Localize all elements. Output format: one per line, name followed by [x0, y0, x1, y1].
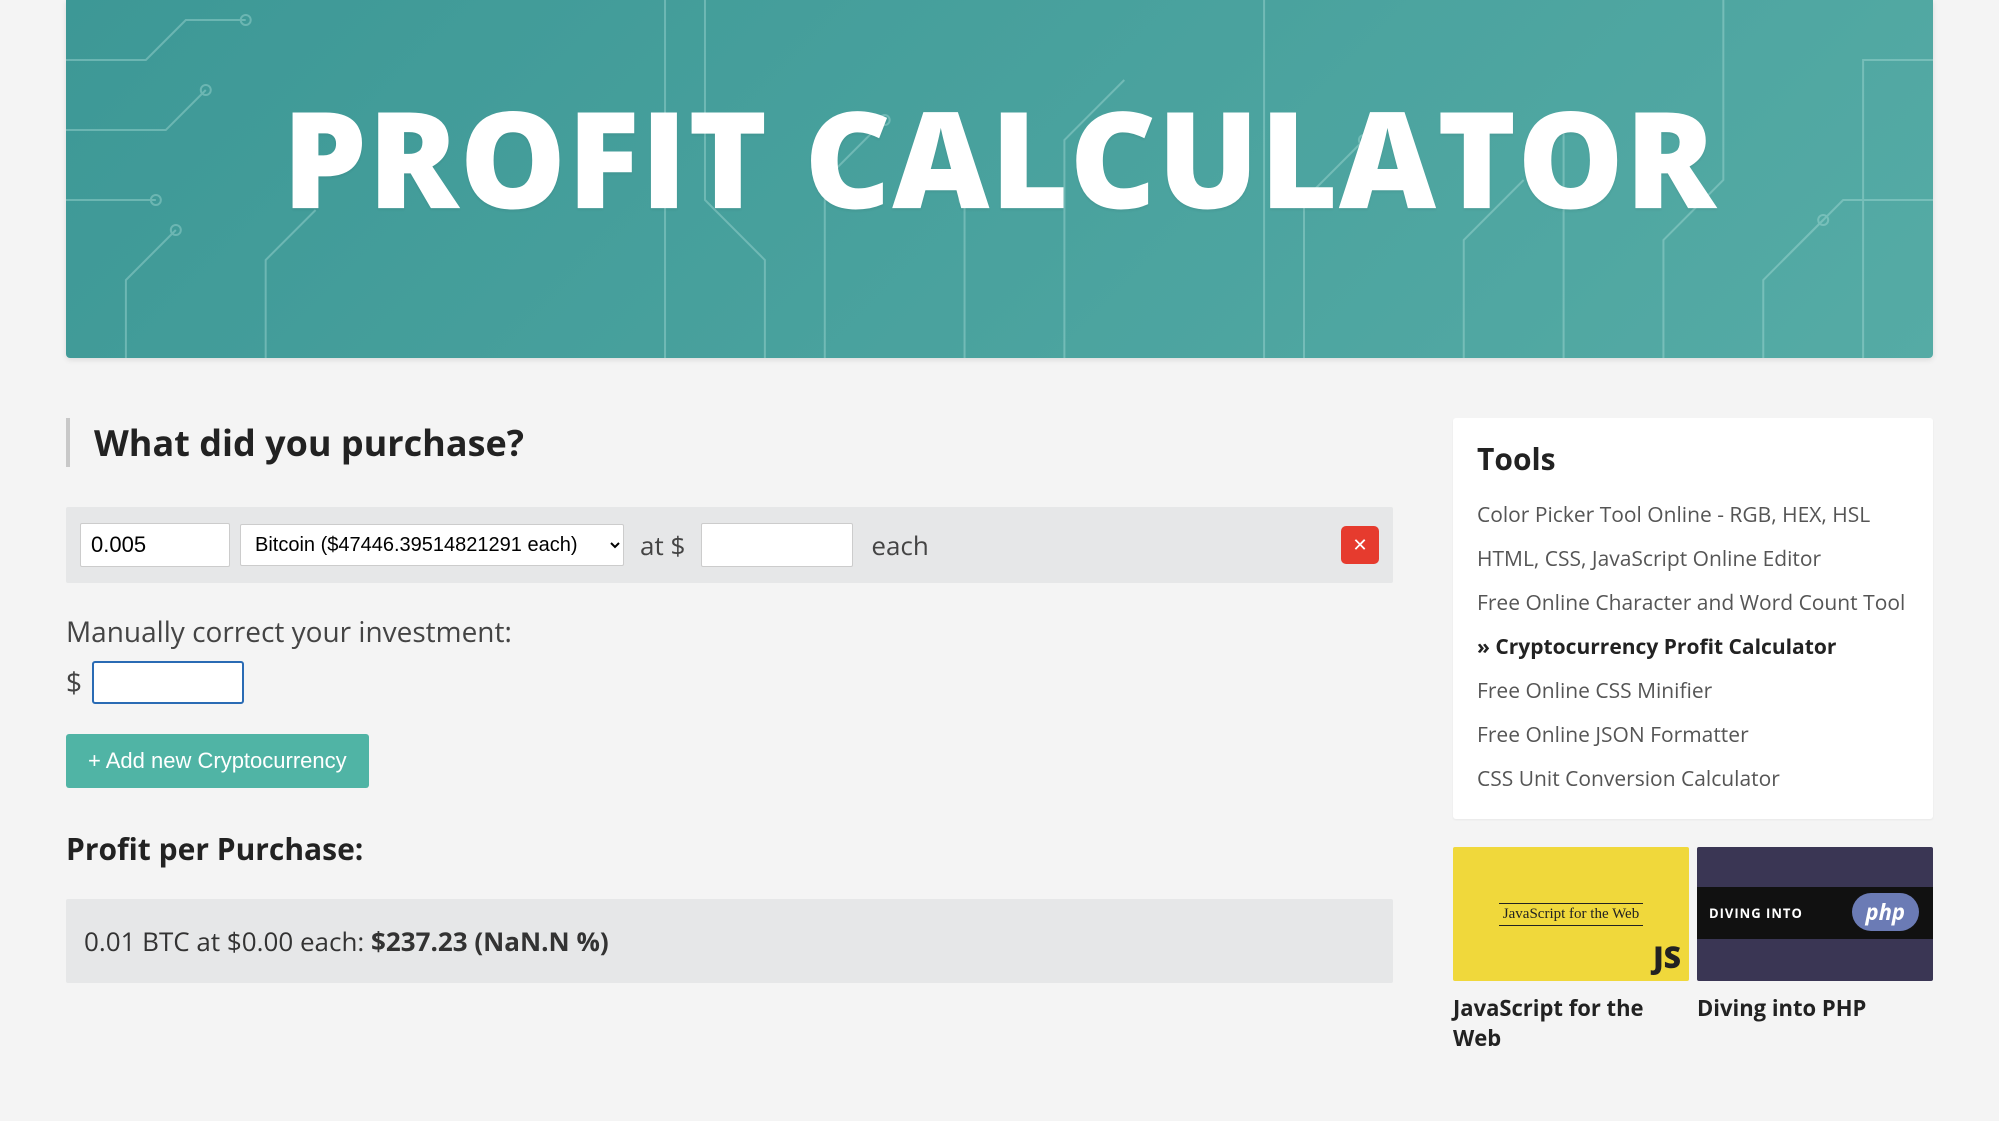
profit-value: $237.23 (NaN.N %) — [371, 923, 609, 959]
manual-investment-input[interactable] — [92, 661, 244, 704]
card-php[interactable]: DIVING INTO php Diving into PHP — [1697, 847, 1933, 1053]
card-js-thumb: JavaScript for the Web JS — [1453, 847, 1689, 981]
tools-title: Tools — [1477, 438, 1909, 479]
quantity-input[interactable] — [80, 523, 230, 567]
sidebar: Tools Color Picker Tool Online - RGB, HE… — [1453, 418, 1933, 1053]
card-php-title: Diving into PHP — [1697, 993, 1933, 1023]
main-column: What did you purchase? Bitcoin ($47446.3… — [66, 418, 1393, 983]
tools-item[interactable]: Color Picker Tool Online - RGB, HEX, HSL — [1477, 493, 1909, 537]
tools-item-active[interactable]: » Cryptocurrency Profit Calculator — [1477, 625, 1909, 669]
profit-prefix: 0.01 BTC at $0.00 each: — [84, 923, 371, 959]
tools-item[interactable]: CSS Unit Conversion Calculator — [1477, 757, 1909, 801]
card-php-thumb: DIVING INTO php — [1697, 847, 1933, 981]
profit-heading: Profit per Purchase: — [66, 828, 1393, 869]
php-badge-icon: php — [1852, 893, 1919, 931]
card-js-title: JavaScript for the Web — [1453, 993, 1689, 1053]
each-label: each — [871, 527, 928, 563]
price-input[interactable] — [701, 523, 853, 567]
manual-row: $ — [66, 661, 1393, 704]
tools-item[interactable]: HTML, CSS, JavaScript Online Editor — [1477, 537, 1909, 581]
remove-row-button[interactable]: ✕ — [1341, 526, 1379, 564]
card-php-stripe-text: DIVING INTO — [1709, 904, 1803, 922]
profit-result-row: 0.01 BTC at $0.00 each: $237.23 (NaN.N %… — [66, 899, 1393, 983]
question-heading: What did you purchase? — [66, 418, 1393, 467]
card-js-thumb-text: JavaScript for the Web — [1499, 903, 1643, 926]
course-cards: JavaScript for the Web JS JavaScript for… — [1453, 847, 1933, 1053]
tools-item[interactable]: Free Online CSS Minifier — [1477, 669, 1909, 713]
card-js[interactable]: JavaScript for the Web JS JavaScript for… — [1453, 847, 1689, 1053]
close-icon: ✕ — [1352, 535, 1367, 556]
at-label: at $ — [640, 527, 685, 563]
js-badge-icon: JS — [1653, 936, 1681, 977]
manual-correct-label: Manually correct your investment: — [66, 613, 1393, 651]
tools-item[interactable]: Free Online JSON Formatter — [1477, 713, 1909, 757]
banner-title: PROFIT CALCULATOR — [282, 66, 1717, 248]
purchase-row: Bitcoin ($47446.39514821291 each) at $ e… — [66, 507, 1393, 583]
tools-list: Color Picker Tool Online - RGB, HEX, HSL… — [1477, 493, 1909, 801]
banner: PROFIT CALCULATOR — [66, 0, 1933, 358]
crypto-select[interactable]: Bitcoin ($47446.39514821291 each) — [240, 524, 624, 566]
tools-box: Tools Color Picker Tool Online - RGB, HE… — [1453, 418, 1933, 819]
tools-item[interactable]: Free Online Character and Word Count Too… — [1477, 581, 1909, 625]
dollar-sign: $ — [66, 664, 82, 702]
add-cryptocurrency-button[interactable]: + Add new Cryptocurrency — [66, 734, 369, 788]
